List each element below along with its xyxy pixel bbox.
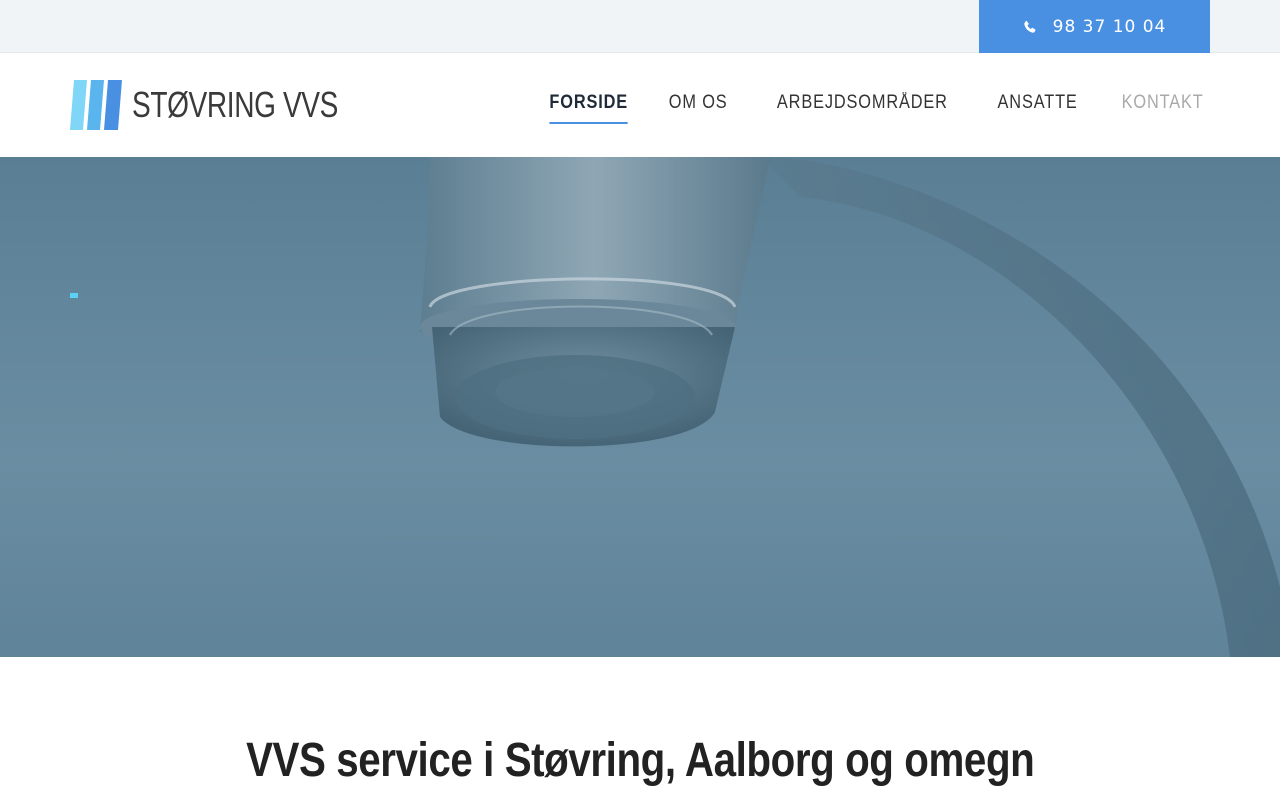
phone-number: 98 37 10 04 <box>1052 16 1167 37</box>
nav-item-om-os[interactable]: OM OS <box>669 92 728 122</box>
logo-stripes-icon <box>70 80 122 130</box>
faucet-image <box>420 157 1280 657</box>
topbar: 98 37 10 04 <box>0 0 1280 53</box>
nav-item-ansatte[interactable]: ANSATTE <box>998 92 1078 122</box>
phone-icon <box>1023 20 1036 33</box>
slide-indicator[interactable] <box>70 293 78 298</box>
nav-item-arbejdsomrader[interactable]: ARBEJDSOMRÅDER <box>777 92 948 122</box>
nav-item-kontakt[interactable]: KONTAKT <box>1121 92 1203 122</box>
main-nav: FORSIDE OM OS ARBEJDSOMRÅDER ANSATTE KON… <box>543 92 1210 124</box>
hero-banner <box>0 157 1280 657</box>
page-title: VVS service i Støvring, Aalborg og omegn <box>245 734 1035 787</box>
site-header: STØVRING VVS FORSIDE OM OS ARBEJDSOMRÅDE… <box>0 54 1280 157</box>
phone-button[interactable]: 98 37 10 04 <box>979 0 1210 53</box>
nav-item-forside[interactable]: FORSIDE <box>549 92 628 124</box>
site-logo[interactable]: STØVRING VVS <box>70 80 396 130</box>
logo-text: STØVRING VVS <box>132 84 338 125</box>
intro-section: VVS service i Støvring, Aalborg og omegn <box>0 733 1280 788</box>
